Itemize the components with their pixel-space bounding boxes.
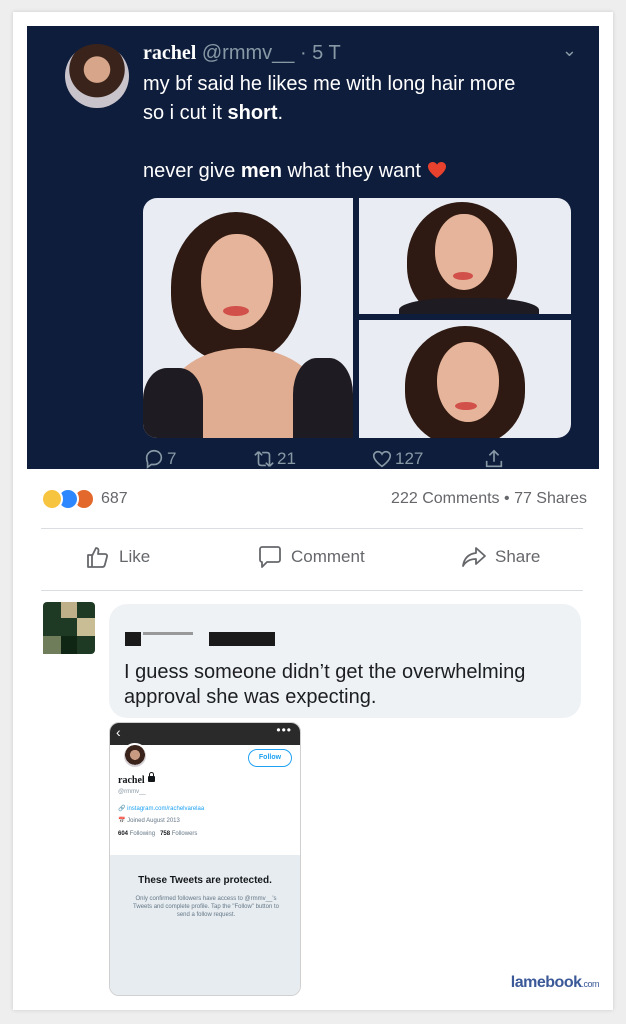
reply-button[interactable]: 7 <box>143 448 176 470</box>
protected-body: Only confirmed followers have access to … <box>133 896 279 918</box>
profile-follow-counts: 604 Following 758 Followers <box>118 831 198 837</box>
retweet-button[interactable]: 21 <box>253 448 296 470</box>
tweet-avatar[interactable] <box>65 44 129 108</box>
comment-icon <box>259 546 281 568</box>
profile-handle: @rmmv__ <box>118 789 146 795</box>
tweet-photo-2[interactable] <box>359 198 571 314</box>
retweet-icon <box>254 451 274 467</box>
post-action-bar: Like Comment Share <box>41 544 583 578</box>
lamebook-watermark: lamebook.com <box>510 974 600 991</box>
protected-notice: These Tweets are protected. Only confirm… <box>110 855 300 995</box>
tweet-photo-1[interactable] <box>143 198 353 438</box>
haha-reaction-icon <box>41 488 63 510</box>
tweet-photo-3[interactable] <box>359 320 571 438</box>
share-label: Share <box>495 547 541 566</box>
tweet-actions: 7 21 127 <box>143 448 503 470</box>
like-button[interactable]: 127 <box>371 448 423 470</box>
share-arrow-icon <box>462 547 486 567</box>
divider <box>41 590 583 591</box>
reactions-summary[interactable]: 687 <box>41 488 128 510</box>
redacted-name <box>143 632 193 635</box>
tweet-text: my bf said he likes me with long hair mo… <box>143 70 583 186</box>
profile-avatar <box>122 743 148 769</box>
more-dots-icon: ••• <box>276 723 292 737</box>
like-label: Like <box>119 547 151 566</box>
share-tweet-button[interactable] <box>483 448 505 470</box>
comment-bubble: I guess someone didn’t get the overwhelm… <box>109 604 581 718</box>
divider <box>41 528 583 529</box>
tweet-author-name[interactable]: rachel <box>143 42 196 64</box>
reply-count: 7 <box>167 449 177 468</box>
screenshot-top-bar: ‹ ••• <box>110 723 300 745</box>
commenter-avatar[interactable] <box>43 602 95 654</box>
reaction-count: 687 <box>101 490 128 507</box>
shares-count[interactable]: 77 Shares <box>514 490 587 507</box>
thumbs-up-icon <box>87 547 109 568</box>
tweet-author-handle: @rmmv__ <box>201 42 295 64</box>
retweet-count: 21 <box>277 449 296 468</box>
red-heart-icon <box>427 162 446 178</box>
upload-icon <box>485 449 503 468</box>
heart-icon <box>372 450 392 468</box>
reply-icon <box>145 449 163 469</box>
redacted-name <box>125 632 141 646</box>
tweet-line-2: so i cut it short. <box>143 102 284 124</box>
follow-button: Follow <box>248 749 292 767</box>
comment-post-button[interactable]: Comment <box>257 544 365 570</box>
tweet-line-3: never give men what they want <box>143 157 583 186</box>
comments-count[interactable]: 222 Comments <box>391 490 500 507</box>
chevron-down-icon[interactable]: ⌄ <box>562 40 577 61</box>
lock-icon <box>147 772 155 782</box>
like-count: 127 <box>395 449 424 468</box>
protected-title: These Tweets are protected. <box>138 875 272 886</box>
back-arrow-icon: ‹ <box>116 724 121 740</box>
profile-link: 🔗 instagram.com/rachelvarelaa <box>118 806 205 812</box>
meta-separator: • <box>504 490 510 507</box>
facebook-post-card: rachel @rmmv__ · 5 T ⌄ my bf said he lik… <box>13 12 613 1010</box>
profile-name: rachel <box>118 772 155 786</box>
post-meta: 222 Comments • 77 Shares <box>391 490 587 508</box>
share-post-button[interactable]: Share <box>461 544 540 570</box>
redacted-name <box>209 632 275 646</box>
tweet-screenshot: rachel @rmmv__ · 5 T ⌄ my bf said he lik… <box>27 26 599 469</box>
tweet-header: rachel @rmmv__ · 5 T <box>143 42 341 65</box>
comment-label: Comment <box>291 547 365 566</box>
like-post-button[interactable]: Like <box>85 544 150 570</box>
comment-text: I guess someone didn’t get the overwhelm… <box>124 661 526 708</box>
tweet-time: · 5 T <box>299 42 341 64</box>
profile-joined: 📅 Joined August 2013 <box>118 818 180 824</box>
tweet-line-1: my bf said he likes me with long hair mo… <box>143 73 516 95</box>
comment-attached-screenshot[interactable]: ‹ ••• Follow rachel @rmmv__ 🔗 instagram.… <box>109 722 301 996</box>
